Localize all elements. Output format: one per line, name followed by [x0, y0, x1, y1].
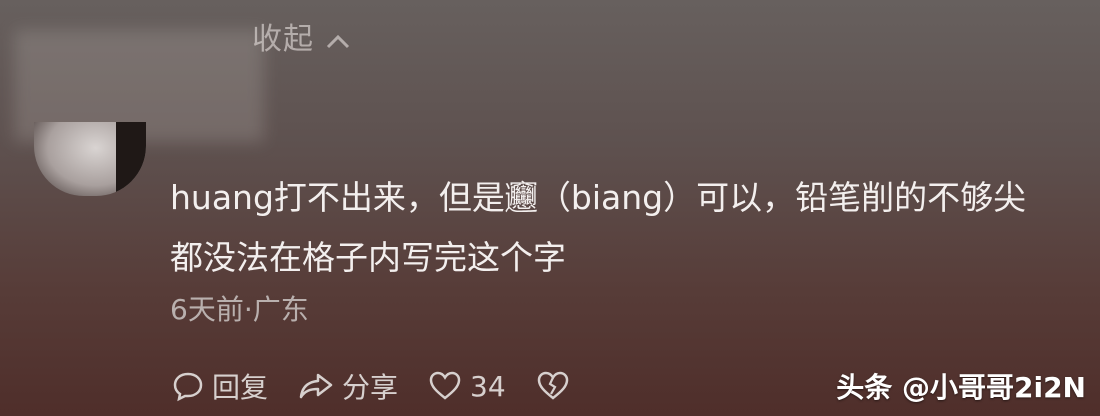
broken-heart-icon	[537, 371, 568, 400]
speech-bubble-icon	[173, 372, 203, 402]
chevron-up-icon	[326, 34, 349, 48]
like-count: 34	[470, 369, 506, 403]
comment-line-2: 都没法在格子内写完这个字	[170, 238, 566, 277]
heart-icon	[429, 371, 461, 400]
collapse-toggle[interactable]: 收起	[252, 14, 351, 58]
dislike-button[interactable]	[536, 370, 578, 402]
share-button[interactable]: 分享	[298, 366, 398, 406]
watermark: 头条 @小哥哥2i2N	[836, 371, 1086, 404]
share-arrow-icon	[299, 373, 333, 399]
share-label: 分享	[342, 371, 399, 404]
comment-line-1: huang打不出来，但是𰻞（biang）可以，铅笔削的不够尖	[170, 178, 1027, 217]
like-button[interactable]: 34	[428, 370, 506, 403]
reply-label: 回复	[212, 371, 269, 404]
avatar[interactable]	[34, 122, 146, 196]
comment-meta: 6天前·广东	[170, 293, 309, 326]
reply-button[interactable]: 回复	[172, 366, 268, 406]
comment-text: huang打不出来，但是𰻞（biang）可以，铅笔削的不够尖 都没法在格子内写完…	[170, 168, 1070, 288]
action-bar: 回复 分享 34	[172, 364, 608, 408]
